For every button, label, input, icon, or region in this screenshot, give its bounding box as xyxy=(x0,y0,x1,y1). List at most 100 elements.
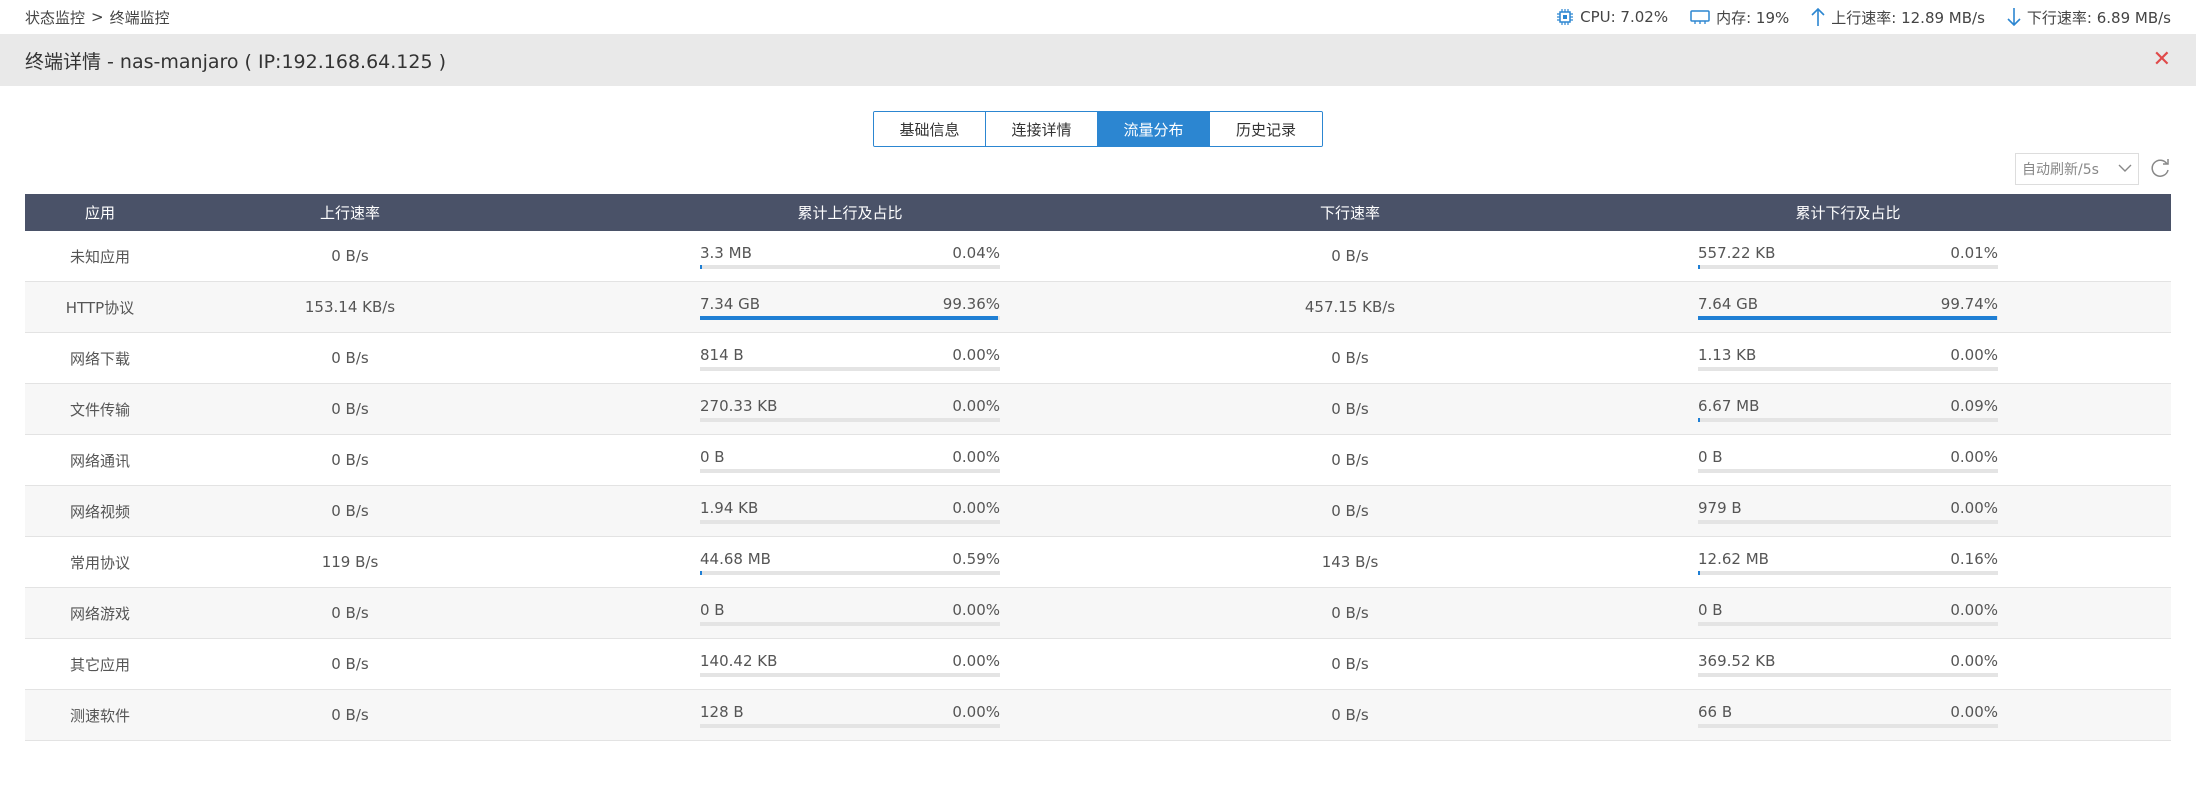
cell-up-total: 128 B 0.00% xyxy=(525,703,1175,728)
down-progress-track xyxy=(1698,723,1998,728)
cell-down-total: 66 B 0.00% xyxy=(1525,703,2171,728)
up-total-meter: 128 B 0.00% xyxy=(700,703,1000,728)
up-total-value: 814 B xyxy=(700,345,744,364)
down-total-meter: 979 B 0.00% xyxy=(1698,499,1998,524)
up-total-value: 140.42 KB xyxy=(700,651,778,670)
up-progress-track xyxy=(700,315,1000,320)
memory-value: 内存: 19% xyxy=(1716,8,1790,27)
down-total-percent: 0.00% xyxy=(1950,345,1998,364)
cell-down-rate: 0 B/s xyxy=(1331,400,1369,418)
cell-down-total: 12.62 MB 0.16% xyxy=(1525,550,2171,575)
down-total-percent: 0.01% xyxy=(1950,243,1998,262)
down-total-meter: 7.64 GB 99.74% xyxy=(1698,295,1998,320)
table-row: 其它应用 0 B/s 140.42 KB 0.00% 0 B/s 369.52 KB… xyxy=(25,639,2171,690)
download-stat: 下行速率: 6.89 MB/s xyxy=(2007,7,2171,28)
cell-up-rate: 0 B/s xyxy=(331,451,369,469)
up-total-percent: 0.00% xyxy=(952,600,1000,619)
memory-stat: 内存: 19% xyxy=(1690,7,1789,28)
cell-down-total: 979 B 0.00% xyxy=(1525,499,2171,524)
cell-down-total: 6.67 MB 0.09% xyxy=(1525,397,2171,422)
cell-app: 网络视频 xyxy=(69,502,130,521)
traffic-table: 应用 上行速率 累计上行及占比 下行速率 累计下行及占比 未知应用 0 B/s 3… xyxy=(25,194,2171,741)
upload-stat: 上行速率: 12.89 MB/s xyxy=(1811,7,1985,28)
download-value: 下行速率: 6.89 MB/s xyxy=(2026,8,2171,27)
up-progress-track xyxy=(700,264,1000,269)
cell-down-rate: 457.15 KB/s xyxy=(1304,298,1396,316)
up-total-percent: 99.36% xyxy=(942,294,1000,313)
up-progress-fill xyxy=(700,315,999,320)
refresh-icon[interactable] xyxy=(2149,156,2171,182)
cell-up-rate: 0 B/s xyxy=(331,247,369,265)
breadcrumb-status[interactable]: 状态监控 xyxy=(25,7,85,28)
up-total-percent: 0.00% xyxy=(952,447,1000,466)
table-header: 应用 上行速率 累计上行及占比 下行速率 累计下行及占比 xyxy=(25,194,2171,231)
down-total-value: 0 B xyxy=(1698,600,1723,619)
cell-up-total: 1.94 KB 0.00% xyxy=(525,499,1175,524)
up-total-value: 128 B xyxy=(700,702,744,721)
tab-connection-details[interactable]: 连接详情 xyxy=(986,112,1098,146)
cell-app: 常用协议 xyxy=(69,553,130,572)
down-progress-track xyxy=(1698,366,1998,371)
cell-down-total: 557.22 KB 0.01% xyxy=(1525,244,2171,269)
cell-up-total: 270.33 KB 0.00% xyxy=(525,397,1175,422)
up-progress-track xyxy=(700,570,1000,575)
down-total-meter: 0 B 0.00% xyxy=(1698,601,1998,626)
up-progress-fill xyxy=(700,264,702,269)
cell-app: HTTP协议 xyxy=(65,298,135,317)
memory-icon xyxy=(1690,9,1710,25)
auto-refresh-select[interactable]: 自动刷新/5s xyxy=(2015,153,2139,185)
cell-app: 网络下载 xyxy=(69,349,130,368)
cell-down-total: 369.52 KB 0.00% xyxy=(1525,652,2171,677)
down-total-percent: 0.00% xyxy=(1950,600,1998,619)
up-progress-track xyxy=(700,672,1000,677)
cell-up-total: 140.42 KB 0.00% xyxy=(525,652,1175,677)
up-total-meter: 270.33 KB 0.00% xyxy=(700,397,1000,422)
tab-history[interactable]: 历史记录 xyxy=(1210,112,1322,146)
col-down-rate: 下行速率 xyxy=(1319,204,1380,222)
breadcrumb-terminal[interactable]: 终端监控 xyxy=(110,7,170,28)
cpu-stat: CPU: 7.02% xyxy=(1556,8,1668,26)
cell-up-rate: 0 B/s xyxy=(331,349,369,367)
up-total-percent: 0.00% xyxy=(952,396,1000,415)
up-total-meter: 3.3 MB 0.04% xyxy=(700,244,1000,269)
up-total-meter: 140.42 KB 0.00% xyxy=(700,652,1000,677)
up-total-meter: 44.68 MB 0.59% xyxy=(700,550,1000,575)
up-total-value: 0 B xyxy=(700,600,725,619)
down-total-value: 7.64 GB xyxy=(1698,294,1759,313)
col-app: 应用 xyxy=(84,204,115,222)
down-progress-track xyxy=(1698,519,1998,524)
table-row: 常用协议 119 B/s 44.68 MB 0.59% 143 B/s 12.62 … xyxy=(25,537,2171,588)
down-progress-fill xyxy=(1698,264,1700,269)
cell-up-rate: 153.14 KB/s xyxy=(304,298,396,316)
down-progress-fill xyxy=(1698,417,1700,422)
table-row: 网络下载 0 B/s 814 B 0.00% 0 B/s 1.13 KB 0.00% xyxy=(25,333,2171,384)
cell-up-total: 44.68 MB 0.59% xyxy=(525,550,1175,575)
down-progress-track xyxy=(1698,621,1998,626)
up-total-meter: 7.34 GB 99.36% xyxy=(700,295,1000,320)
cell-down-total: 0 B 0.00% xyxy=(1525,448,2171,473)
system-stats: CPU: 7.02% 内存: 19% 上行速率: 12.89 MB/s 下行速率… xyxy=(1556,7,2171,28)
down-total-meter: 12.62 MB 0.16% xyxy=(1698,550,1998,575)
down-progress-track xyxy=(1698,264,1998,269)
close-icon[interactable]: ✕ xyxy=(2153,49,2171,71)
tab-basic-info[interactable]: 基础信息 xyxy=(874,112,986,146)
up-progress-track xyxy=(700,417,1000,422)
down-total-value: 6.67 MB xyxy=(1698,396,1760,415)
table-row: 网络游戏 0 B/s 0 B 0.00% 0 B/s 0 B 0.00% xyxy=(25,588,2171,639)
down-total-value: 66 B xyxy=(1698,702,1733,721)
cell-down-rate: 0 B/s xyxy=(1331,349,1369,367)
down-progress-track xyxy=(1698,672,1998,677)
cell-up-rate: 0 B/s xyxy=(331,655,369,673)
page-title: 终端详情 - nas-manjaro ( IP:192.168.64.125 ) xyxy=(25,50,447,73)
col-up-rate: 上行速率 xyxy=(319,204,380,222)
cell-up-total: 0 B 0.00% xyxy=(525,601,1175,626)
cell-down-rate: 0 B/s xyxy=(1331,451,1369,469)
cell-down-total: 1.13 KB 0.00% xyxy=(1525,346,2171,371)
cell-down-total: 7.64 GB 99.74% xyxy=(1525,295,2171,320)
tab-traffic-distribution[interactable]: 流量分布 xyxy=(1098,112,1210,146)
cell-app: 网络通讯 xyxy=(69,451,130,470)
cell-down-rate: 143 B/s xyxy=(1321,553,1379,571)
breadcrumb-separator: > xyxy=(91,8,104,26)
cell-app: 未知应用 xyxy=(69,247,130,266)
up-total-percent: 0.00% xyxy=(952,345,1000,364)
